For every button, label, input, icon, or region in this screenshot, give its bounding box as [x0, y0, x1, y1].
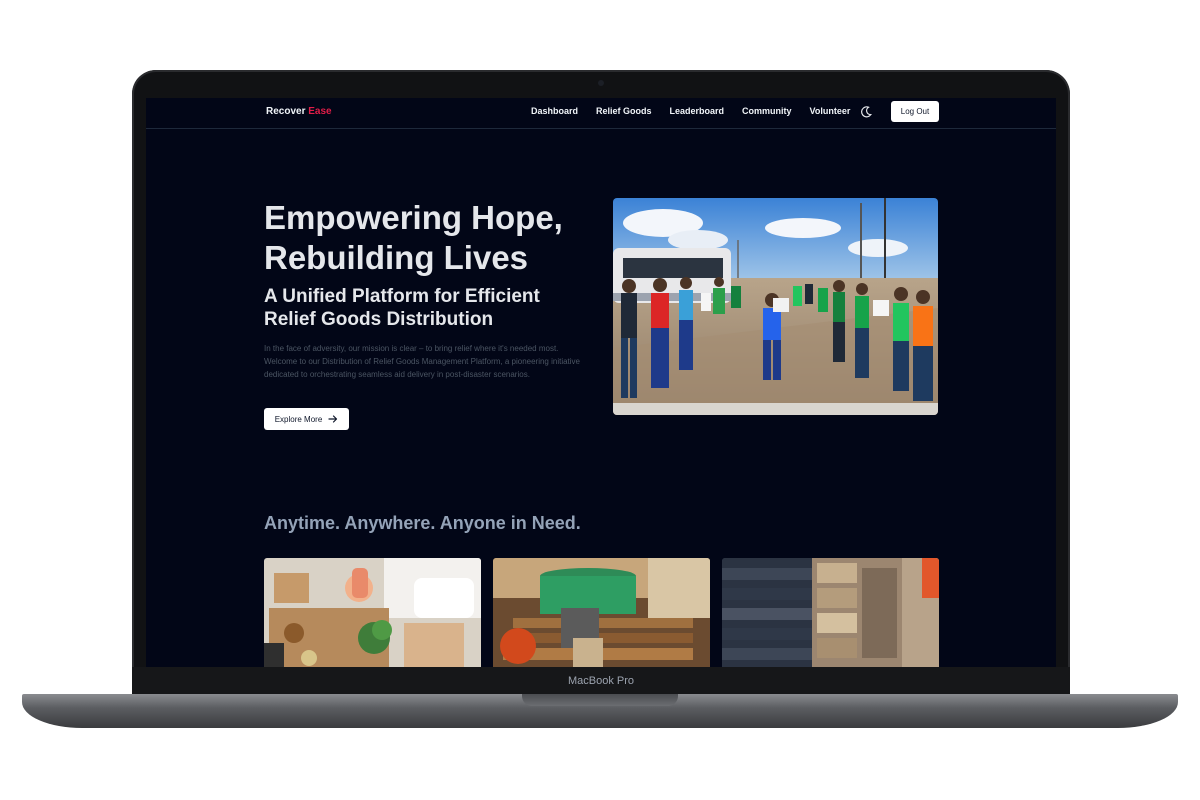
explore-more-label: Explore More [274, 414, 323, 424]
camera-dot [598, 80, 604, 86]
card-image-food-supplies[interactable] [264, 558, 481, 668]
brand-accent: Ease [308, 106, 332, 117]
nav-link-relief-goods[interactable]: Relief Goods [596, 106, 652, 116]
hero-image-relief-distribution [613, 198, 938, 415]
hero-subtitle: A Unified Platform for Efficient Relief … [264, 286, 540, 330]
laptop-bezel: MacBook Pro [132, 667, 1070, 694]
laptop-frame: Recover Ease Dashboard Relief Goods Lead… [132, 70, 1070, 692]
hero-description: In the face of adversity, our mission is… [264, 344, 581, 379]
hero-title: Empowering Hope, Rebuilding Lives [264, 199, 563, 276]
card-image-clothing[interactable] [722, 558, 939, 668]
device-label: MacBook Pro [567, 675, 635, 687]
nav-link-dashboard[interactable]: Dashboard [531, 106, 578, 116]
explore-more-button[interactable]: Explore More [264, 408, 349, 430]
app-screen: Recover Ease Dashboard Relief Goods Lead… [146, 98, 1056, 668]
logout-button[interactable]: Log Out [891, 101, 939, 122]
section-title: Anytime. Anywhere. Anyone in Need. [264, 513, 581, 533]
brand-main: Recover [266, 106, 306, 117]
laptop-notch [522, 694, 678, 706]
laptop-base [22, 694, 1178, 728]
nav-link-leaderboard[interactable]: Leaderboard [670, 106, 725, 116]
brand-logo[interactable]: Recover Ease [266, 106, 332, 117]
nav-link-volunteer[interactable]: Volunteer [810, 106, 851, 116]
moon-icon[interactable] [858, 104, 874, 120]
card-image-household-items[interactable] [493, 558, 710, 668]
navbar: Recover Ease Dashboard Relief Goods Lead… [146, 98, 1056, 129]
nav-link-community[interactable]: Community [742, 106, 792, 116]
nav-links: Dashboard Relief Goods Leaderboard Commu… [531, 106, 850, 116]
arrow-right-icon [328, 415, 338, 423]
